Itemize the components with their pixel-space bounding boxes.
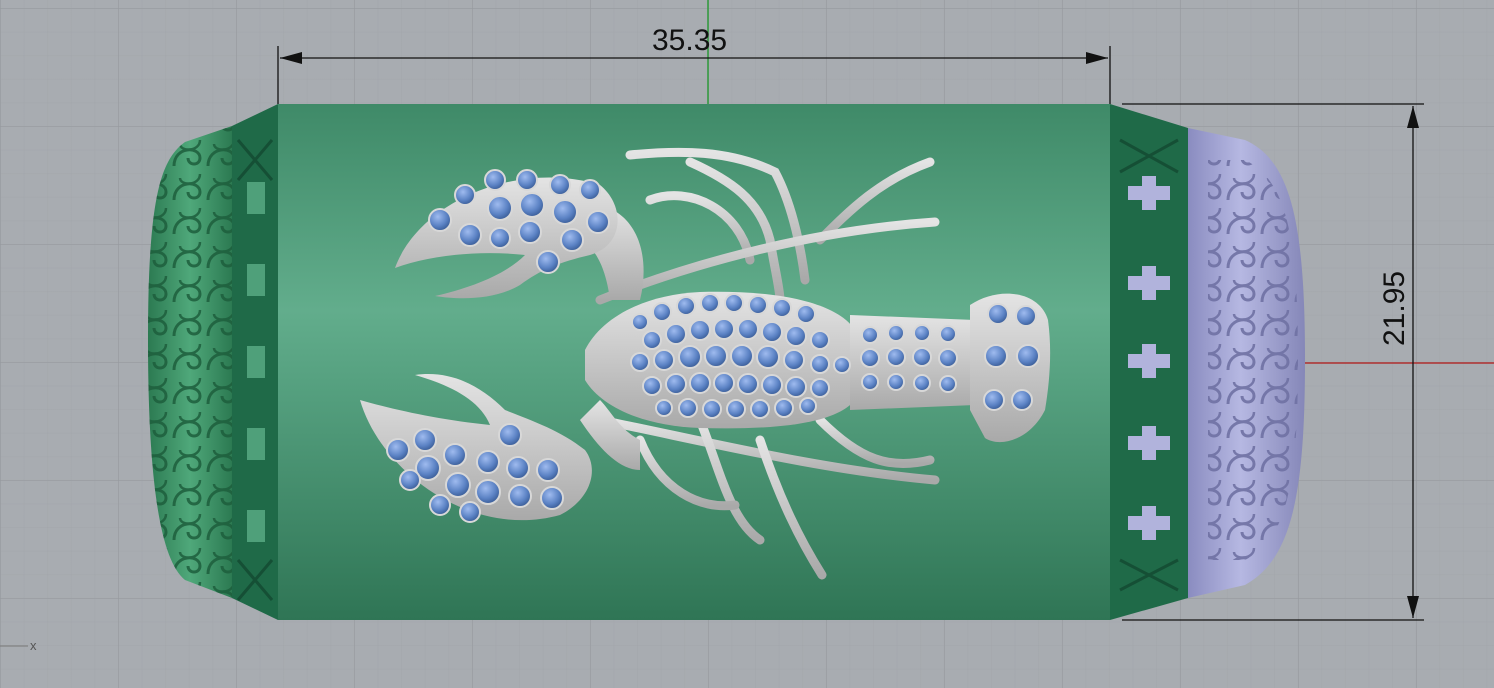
viewport[interactable]: 35.35 21.95 x (0, 0, 1494, 688)
left-side-panel (148, 126, 232, 598)
x-axis-label: x (30, 638, 37, 653)
model-scene (0, 0, 1494, 647)
left-shoulder (232, 104, 278, 620)
width-dimension-label[interactable]: 35.35 (652, 26, 727, 56)
height-dimension-label[interactable]: 21.95 (1378, 256, 1411, 346)
right-side-panel (1188, 128, 1305, 598)
right-shoulder (1110, 104, 1188, 620)
